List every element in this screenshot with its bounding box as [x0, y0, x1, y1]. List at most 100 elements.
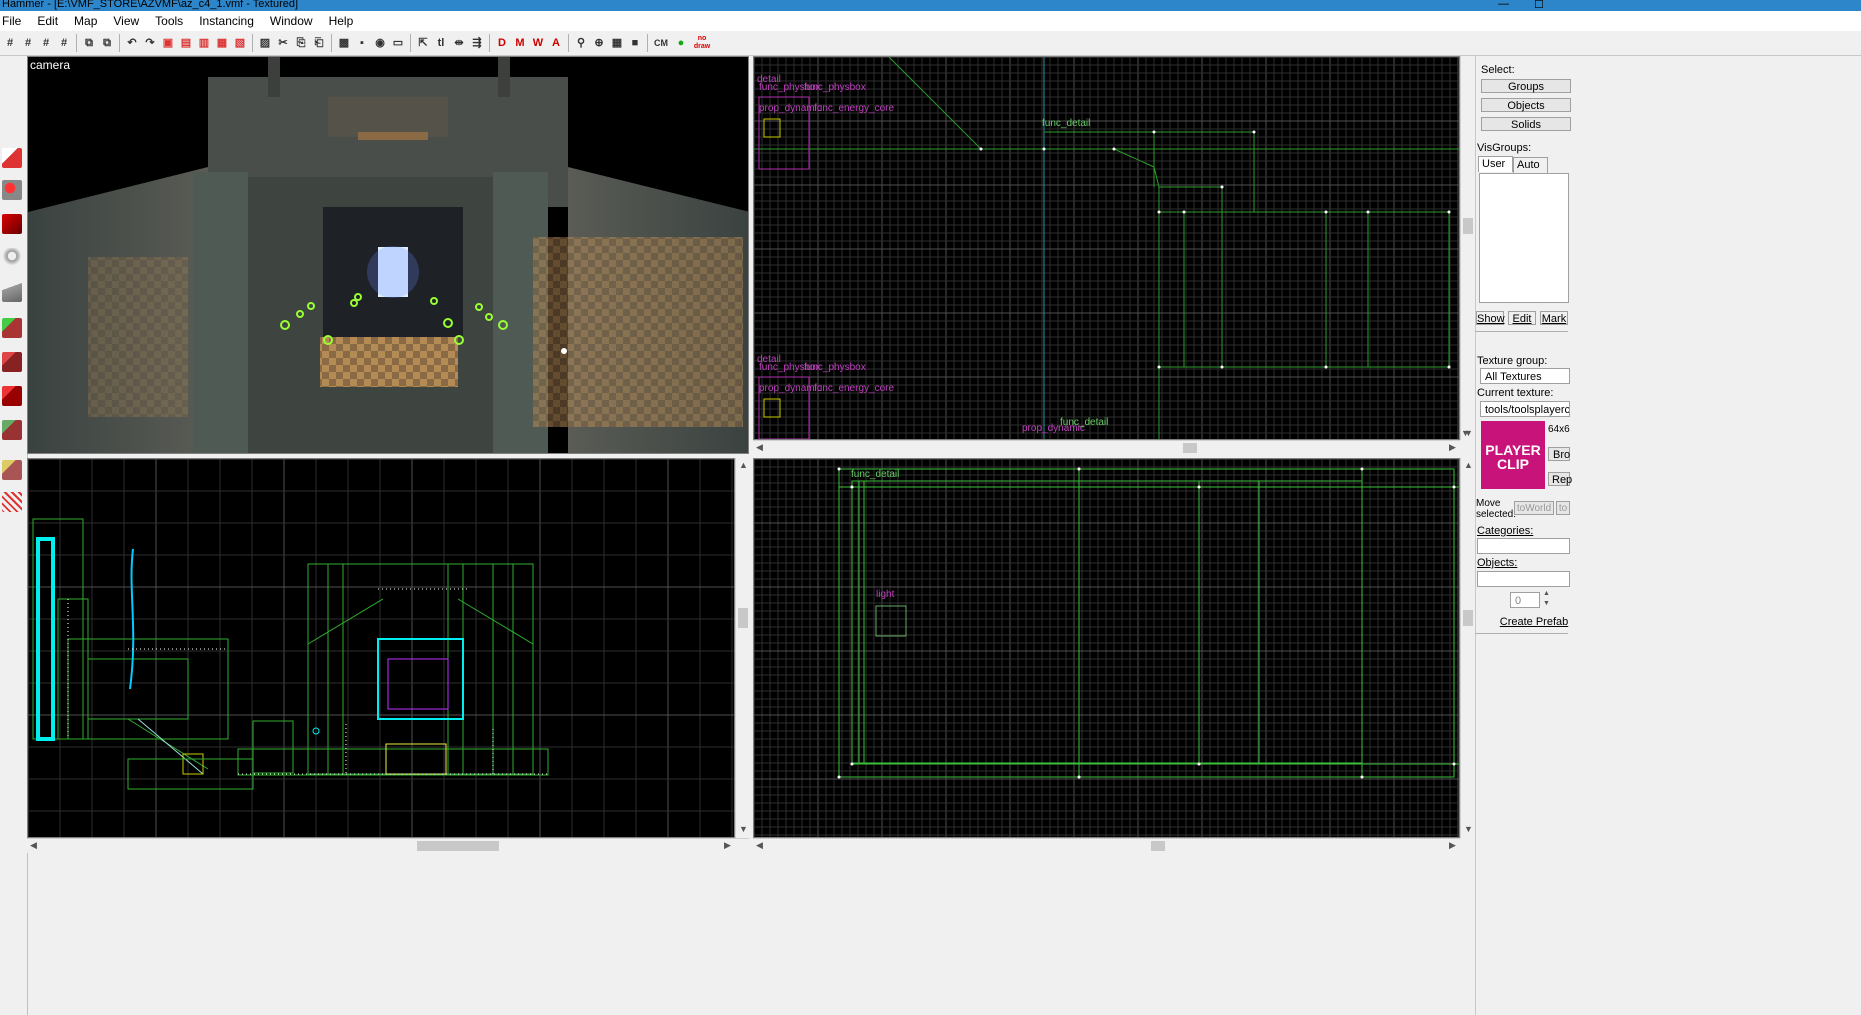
scroll-up-arrow-icon[interactable]: ▲	[739, 460, 748, 470]
scroll-right-arrow-icon[interactable]: ▶	[724, 840, 731, 851]
mask-button[interactable]: ⇱	[415, 35, 431, 51]
clipping-tool-icon[interactable]	[2, 460, 22, 480]
spinner-down-icon[interactable]: ▼	[1543, 600, 1550, 607]
toolbar-tl-button[interactable]: tl	[433, 35, 449, 51]
unhide-button[interactable]: ▦	[214, 35, 230, 51]
cm-button[interactable]: CM	[652, 35, 670, 51]
hide-button[interactable]: ▥	[196, 35, 212, 51]
selection-tool-icon[interactable]	[2, 148, 22, 168]
scroll-thumb[interactable]	[738, 608, 748, 628]
front-viewport-hscroll[interactable]: ◀ ▶	[753, 838, 1460, 853]
display-w-button[interactable]: W	[530, 35, 546, 51]
transform-button[interactable]: ⊕	[591, 35, 607, 51]
objects-count-input[interactable]: 0	[1510, 592, 1540, 608]
undo-button[interactable]: ↶	[124, 35, 140, 51]
top-viewport-vscroll[interactable]: ▼	[1460, 56, 1475, 440]
scroll-left-arrow-icon[interactable]: ◀	[756, 442, 763, 453]
scroll-up-arrow-icon[interactable]: ▲	[1464, 460, 1473, 470]
grid-larger-button[interactable]: #	[56, 35, 72, 51]
apply-texture-icon[interactable]	[2, 352, 22, 372]
hollow-button[interactable]: ⧉	[99, 35, 115, 51]
texture-preview[interactable]: PLAYER CLIP	[1481, 421, 1545, 489]
side-2d-viewport[interactable]	[27, 458, 735, 838]
copy-button[interactable]: ⎘	[293, 35, 309, 51]
visgroup-show-button[interactable]: Show	[1476, 311, 1505, 325]
redo-button[interactable]: ↷	[142, 35, 158, 51]
menu-map[interactable]: Map	[66, 11, 105, 31]
menu-edit[interactable]: Edit	[29, 11, 66, 31]
entity-report-button[interactable]: ◉	[372, 35, 388, 51]
current-texture-select[interactable]: tools/toolsplayerclip	[1480, 401, 1570, 417]
scroll-thumb[interactable]	[1151, 841, 1165, 851]
side-viewport-hscroll[interactable]: ◀ ▶	[27, 838, 749, 853]
scroll-down-arrow-icon[interactable]: ▼	[739, 824, 748, 834]
tab-visgroups-user[interactable]: User	[1478, 156, 1513, 172]
no-draw-button[interactable]: no draw	[691, 35, 713, 51]
selection-box-button[interactable]: ▭	[390, 35, 406, 51]
scroll-thumb[interactable]	[1183, 443, 1197, 453]
display-d-button[interactable]: D	[494, 35, 510, 51]
camera-tool-icon[interactable]	[2, 214, 22, 234]
maximize-button[interactable]: ☐	[1534, 0, 1544, 11]
objects-select[interactable]	[1477, 571, 1570, 587]
scroll-left-arrow-icon[interactable]: ◀	[30, 840, 37, 851]
align-button[interactable]: ⇹	[451, 35, 467, 51]
texture-lock-button[interactable]: ▨	[257, 35, 273, 51]
side-viewport-vscroll[interactable]: ▲ ▼	[735, 458, 750, 838]
scroll-down-arrow-icon[interactable]: ▼	[1464, 824, 1473, 834]
grid-toggle-button[interactable]: #	[2, 35, 18, 51]
decal-tool-icon[interactable]	[2, 386, 22, 406]
visgroup-mark-button[interactable]: Mark	[1540, 311, 1568, 325]
menu-help[interactable]: Help	[321, 11, 362, 31]
select-objects-button[interactable]: Objects	[1481, 98, 1571, 112]
snap-button[interactable]: ■	[627, 35, 643, 51]
select-groups-button[interactable]: Groups	[1481, 79, 1571, 93]
entity-tool-icon[interactable]	[2, 248, 22, 268]
tab-visgroups-auto[interactable]: Auto	[1513, 157, 1548, 173]
grid-3d-button[interactable]: #	[20, 35, 36, 51]
minimize-button[interactable]: —	[1498, 0, 1509, 10]
browse-button[interactable]: Bro	[1548, 447, 1570, 461]
menu-tools[interactable]: Tools	[147, 11, 191, 31]
to-world-button[interactable]: toWorld	[1514, 501, 1554, 515]
scroll-thumb[interactable]	[1463, 218, 1473, 234]
create-prefab-button[interactable]: Create Prefab	[1495, 615, 1573, 629]
top-viewport-hscroll[interactable]: ◀ ▶	[753, 440, 1460, 455]
display-a-button[interactable]: A	[548, 35, 564, 51]
lighting-button[interactable]: ▦	[609, 35, 625, 51]
scroll-left-arrow-icon[interactable]: ◀	[756, 840, 763, 851]
flip-button[interactable]: ⇶	[469, 35, 485, 51]
visgroup-edit-button[interactable]: Edit	[1508, 311, 1536, 325]
texture-app-button[interactable]: ▩	[336, 35, 352, 51]
overlay-tool-icon[interactable]	[2, 420, 22, 440]
menu-file[interactable]: File	[0, 11, 29, 31]
magnify-tool-icon[interactable]	[2, 180, 22, 200]
cut-button[interactable]: ✂	[275, 35, 291, 51]
menu-view[interactable]: View	[105, 11, 147, 31]
camera-viewport[interactable]: camera	[27, 56, 749, 454]
run-map-button[interactable]: ●	[673, 35, 689, 51]
carve-button[interactable]: ⧉	[81, 35, 97, 51]
check-problems-button[interactable]: ⚲	[573, 35, 589, 51]
ungroup-button[interactable]: ▤	[178, 35, 194, 51]
texture-tool-icon[interactable]	[2, 318, 22, 338]
panel-scroll-down-icon[interactable]: ▼	[1461, 428, 1470, 438]
group-button[interactable]: ▣	[160, 35, 176, 51]
front-viewport-vscroll[interactable]: ▲ ▼	[1460, 458, 1475, 838]
front-2d-viewport[interactable]: func_detail light	[753, 458, 1460, 838]
menu-window[interactable]: Window	[262, 11, 321, 31]
block-tool-icon[interactable]	[2, 282, 22, 302]
menu-instancing[interactable]: Instancing	[191, 11, 262, 31]
replace-button[interactable]: Rep	[1548, 472, 1572, 486]
cordon-button[interactable]: ▧	[232, 35, 248, 51]
scroll-thumb[interactable]	[417, 841, 499, 851]
top-2d-viewport[interactable]: detail func_physbox func_physbox prop_dy…	[753, 56, 1460, 440]
scroll-right-arrow-icon[interactable]: ▶	[1449, 442, 1456, 453]
scroll-thumb[interactable]	[1463, 610, 1473, 626]
decal-button[interactable]: ▪	[354, 35, 370, 51]
to-entity-button[interactable]: to	[1556, 501, 1570, 515]
categories-select[interactable]	[1477, 538, 1570, 554]
spinner-up-icon[interactable]: ▲	[1543, 590, 1550, 597]
paste-button[interactable]: ⎗	[311, 35, 327, 51]
texture-group-select[interactable]: All Textures	[1480, 368, 1570, 384]
